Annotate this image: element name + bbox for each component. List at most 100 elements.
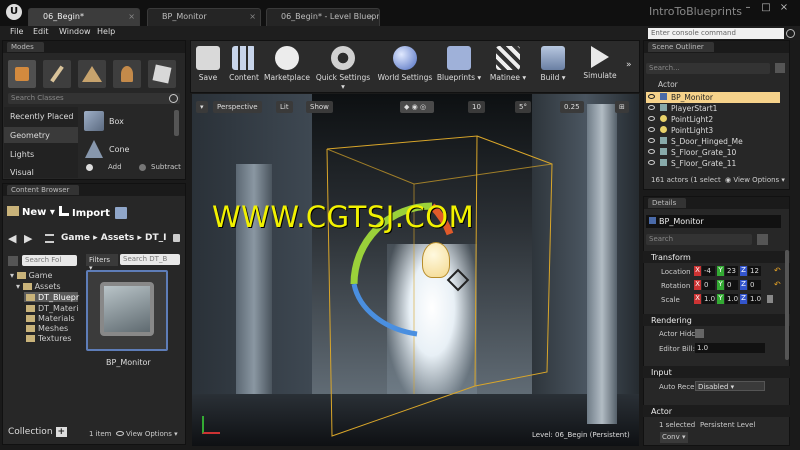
rotation-snap-value[interactable]: 5°: [515, 101, 531, 113]
cone-label[interactable]: Cone: [109, 145, 129, 154]
search-assets-input[interactable]: Search DT_B: [120, 254, 180, 265]
close-icon[interactable]: ×: [249, 12, 256, 21]
search-icon[interactable]: [786, 29, 795, 38]
convert-button[interactable]: Conv ▾: [660, 432, 688, 443]
outliner-row[interactable]: PlayerStart1: [646, 103, 780, 114]
add-radio[interactable]: [86, 164, 93, 171]
ue-logo-icon[interactable]: U: [6, 4, 22, 20]
close-icon[interactable]: ×: [128, 12, 135, 21]
outliner-settings-icon[interactable]: [775, 63, 785, 73]
breadcrumb-assets[interactable]: Assets: [101, 233, 134, 243]
actor-name-field[interactable]: BP_Monitor: [646, 215, 781, 228]
outliner-row[interactable]: S_Floor_Grate_10: [646, 147, 780, 158]
foliage-mode-icon[interactable]: [113, 60, 141, 88]
search-folders-input[interactable]: Search Fol: [22, 255, 77, 266]
toolbar-content[interactable]: Content: [227, 44, 261, 90]
rotation-z-field[interactable]: 0: [748, 280, 761, 290]
tab-level-begin[interactable]: 06_Begin* ×: [28, 8, 140, 26]
reset-rotation-icon[interactable]: ↶: [774, 280, 781, 289]
eye-icon[interactable]: [648, 160, 655, 165]
category-geometry[interactable]: Geometry: [10, 131, 50, 140]
outliner-view-options-button[interactable]: ◉ View Options ▾: [725, 176, 785, 184]
console-input[interactable]: Enter console command: [648, 28, 784, 39]
maximize-viewport-icon[interactable]: ⊞: [615, 101, 629, 113]
back-arrow-icon[interactable]: ◀: [8, 232, 16, 245]
menu-help[interactable]: Help: [97, 27, 115, 36]
scale-snap-value[interactable]: 0.25: [560, 101, 584, 113]
box-label[interactable]: Box: [109, 117, 124, 126]
paint-mode-icon[interactable]: [43, 60, 71, 88]
realtime-toggle-icon[interactable]: ◆ ◉ ◎: [400, 101, 434, 113]
tree-dt-blueprints[interactable]: DT_Bluepr: [26, 293, 79, 302]
tree-textures[interactable]: Textures: [26, 334, 71, 343]
eye-icon[interactable]: [648, 116, 655, 121]
eye-icon[interactable]: [648, 138, 655, 143]
location-x-field[interactable]: -4: [702, 266, 715, 276]
level-viewport[interactable]: WWW.CGTSJ.COM Level: 06_Begin (Persisten…: [192, 94, 639, 446]
toolbar-simulate[interactable]: Simulate: [580, 44, 620, 90]
breadcrumb-dt[interactable]: DT_I: [145, 233, 166, 243]
tree-materials[interactable]: Materials: [26, 314, 75, 323]
outliner-row[interactable]: PointLight3: [646, 125, 780, 136]
cone-icon[interactable]: [85, 140, 103, 158]
actor-section[interactable]: Actor: [643, 405, 790, 417]
new-button[interactable]: New ▾: [7, 206, 55, 218]
menu-window[interactable]: Window: [59, 27, 91, 36]
scale-z-field[interactable]: 1.0: [748, 294, 761, 304]
tree-assets[interactable]: ▾ Assets: [16, 282, 61, 291]
geometry-mode-icon[interactable]: [148, 60, 176, 88]
toolbar-blueprints[interactable]: Blueprints ▾: [436, 44, 482, 90]
maximize-icon[interactable]: □: [759, 2, 773, 14]
property-matrix-icon[interactable]: [757, 234, 768, 245]
outliner-row[interactable]: S_Floor_Grate_11: [646, 158, 780, 169]
eye-icon[interactable]: [648, 127, 655, 132]
eye-icon[interactable]: [648, 105, 655, 110]
import-button[interactable]: Import: [59, 206, 110, 219]
scale-lock-icon[interactable]: [767, 295, 773, 303]
show-button[interactable]: Show: [306, 101, 333, 113]
category-recently-placed[interactable]: Recently Placed: [10, 112, 74, 121]
auto-receive-dropdown[interactable]: Disabled ▾: [695, 381, 765, 391]
outliner-row[interactable]: PointLight2: [646, 114, 780, 125]
folder-tree-toggle-icon[interactable]: [8, 256, 18, 266]
subtract-radio[interactable]: [139, 164, 146, 171]
details-search-input[interactable]: Search: [646, 234, 752, 245]
asset-tile-bp-monitor[interactable]: [86, 270, 168, 351]
path-menu-icon[interactable]: [45, 234, 54, 243]
close-icon[interactable]: ×: [368, 12, 375, 21]
outliner-search-input[interactable]: Search...: [646, 63, 770, 74]
tree-meshes[interactable]: Meshes: [26, 324, 68, 333]
toolbar-world-settings[interactable]: World Settings: [377, 44, 433, 90]
reset-location-icon[interactable]: ↶: [774, 266, 781, 275]
view-options-button[interactable]: View Options ▾: [116, 430, 178, 438]
viewport-options-button[interactable]: ▾: [196, 101, 208, 113]
outliner-row-selected[interactable]: BP_Monitor: [646, 92, 780, 103]
lit-button[interactable]: Lit: [276, 101, 293, 113]
actor-hidden-checkbox[interactable]: [695, 329, 704, 338]
minimize-icon[interactable]: –: [741, 2, 755, 14]
location-z-field[interactable]: 12: [748, 266, 761, 276]
category-lights[interactable]: Lights: [10, 150, 34, 159]
menu-edit[interactable]: Edit: [33, 27, 49, 36]
transform-section[interactable]: Transform: [643, 251, 790, 263]
scale-x-field[interactable]: 1.0: [702, 294, 715, 304]
rendering-section[interactable]: Rendering: [643, 314, 790, 326]
rotation-x-field[interactable]: 0: [702, 280, 715, 290]
lock-icon[interactable]: [173, 234, 180, 242]
filters-button[interactable]: Filters ▾: [86, 254, 118, 272]
perspective-button[interactable]: Perspective: [213, 101, 262, 113]
scale-y-field[interactable]: 1.0: [725, 294, 738, 304]
editor-billboard-field[interactable]: 1.0: [695, 343, 765, 353]
forward-arrow-icon[interactable]: ▶: [24, 232, 32, 245]
close-window-icon[interactable]: ×: [777, 2, 791, 14]
category-visual[interactable]: Visual: [10, 168, 34, 177]
eye-icon[interactable]: [648, 94, 655, 99]
plus-icon[interactable]: +: [55, 427, 68, 437]
save-all-icon[interactable]: [115, 207, 127, 219]
grid-snap-value[interactable]: 10: [468, 101, 485, 113]
tab-level-blueprint[interactable]: 06_Begin* - Level Blueprint ×: [266, 8, 380, 26]
details-scrollbar[interactable]: [785, 250, 789, 360]
tab-bp-monitor[interactable]: BP_Monitor ×: [147, 8, 261, 26]
rotation-y-field[interactable]: 0: [725, 280, 738, 290]
outliner-row[interactable]: S_Door_Hinged_Me: [646, 136, 780, 147]
